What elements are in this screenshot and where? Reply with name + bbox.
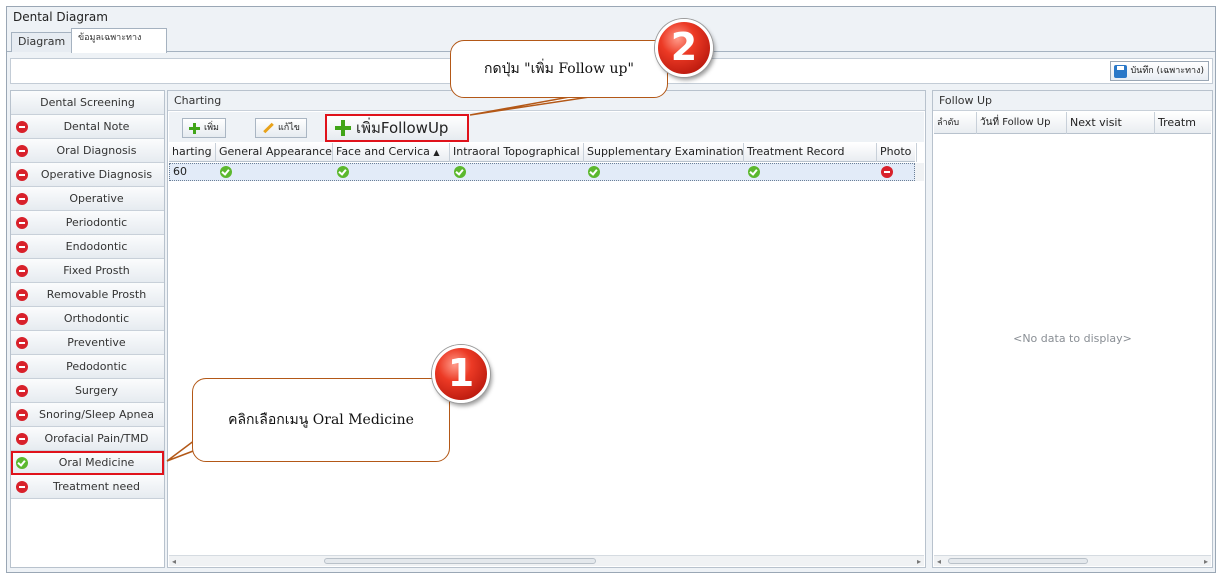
step-2-badge: 2 xyxy=(655,19,713,77)
tab-specialty-info[interactable]: ข้อมูลเฉพาะทาง xyxy=(71,28,167,53)
callout-step-1: คลิกเลือกเมนู Oral Medicine xyxy=(192,378,450,462)
callout-step-2-text: กดปุ่ม "เพิ่ม Follow up" xyxy=(484,61,634,77)
callout-step-2: กดปุ่ม "เพิ่ม Follow up" xyxy=(450,40,668,98)
callout-step-1-text: คลิกเลือกเมนู Oral Medicine xyxy=(228,412,414,428)
step-1-badge: 1 xyxy=(432,345,490,403)
